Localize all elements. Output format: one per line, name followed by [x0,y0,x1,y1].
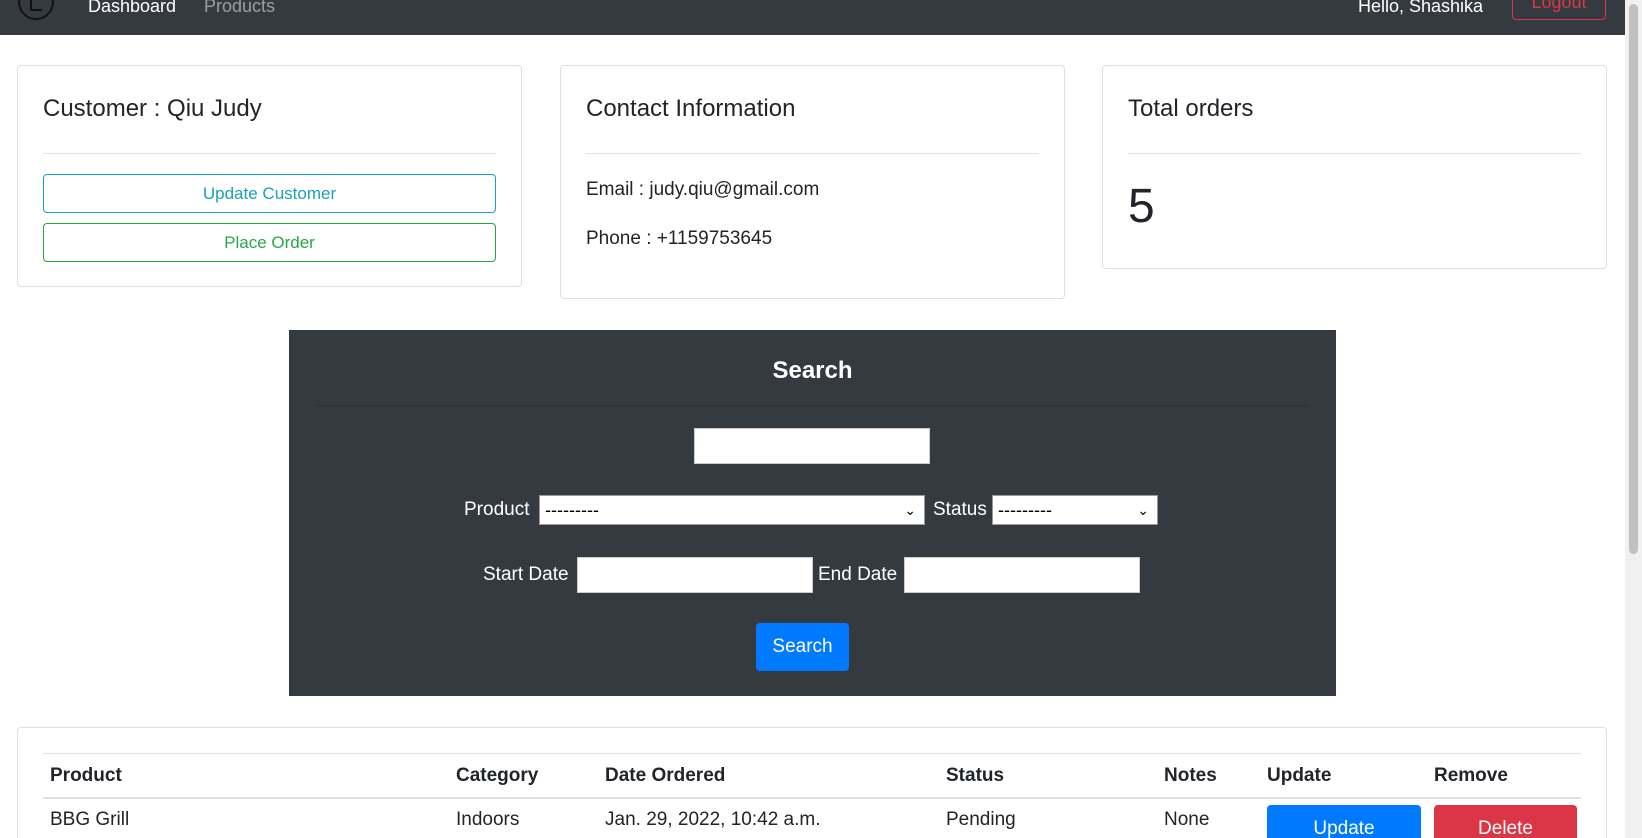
column-header-category: Category [456,765,539,786]
column-header-update: Update [1267,765,1332,786]
end-date-label: End Date [818,564,898,585]
column-header-notes: Notes [1164,765,1217,786]
cell-category: Indoors [456,809,520,830]
nav-link-products[interactable]: Products [204,0,275,16]
search-button[interactable]: Search [756,623,849,671]
chevron-down-icon: ⌄ [1137,502,1149,518]
chevron-down-icon: ⌄ [904,502,916,518]
cell-notes: None [1164,809,1210,830]
place-order-button[interactable]: Place Order [43,223,496,262]
contact-phone: Phone : +1159753645 [586,228,773,249]
navbar: Dashboard Products Hello, Shashika Logou… [0,0,1625,35]
customer-card: Customer : Qiu Judy Update Customer Plac… [17,65,522,287]
customer-title: Customer : Qiu Judy [43,95,262,122]
start-date-input[interactable] [577,557,813,593]
table-border [43,753,1581,754]
contact-card: Contact Information Email : judy.qiu@gma… [560,65,1065,299]
nav-link-dashboard[interactable]: Dashboard [88,0,176,16]
contact-email: Email : judy.qiu@gmail.com [586,179,820,200]
column-header-status: Status [946,765,1005,786]
product-select[interactable]: --------- ⌄ [539,495,925,525]
product-filter-label: Product [464,499,530,520]
total-orders-count: 5 [1128,180,1155,233]
product-select-value: --------- [545,500,599,520]
delete-order-button[interactable]: Delete [1434,805,1577,838]
page-scrollbar[interactable] [1625,0,1642,838]
search-panel: Search Product --------- ⌄ Status ------… [289,330,1336,696]
column-header-product: Product [50,765,122,786]
column-header-date-ordered: Date Ordered [605,765,726,786]
cell-status: Pending [946,809,1016,830]
status-select[interactable]: --------- ⌄ [992,495,1158,525]
search-heading: Search [772,357,853,384]
search-input[interactable] [694,428,930,464]
logout-button[interactable]: Logout [1512,0,1606,20]
column-header-remove: Remove [1434,765,1508,786]
status-select-value: --------- [998,500,1052,520]
divider [586,153,1039,154]
user-greeting: Hello, Shashika [1358,0,1484,16]
total-orders-card: Total orders 5 [1102,65,1607,269]
contact-title: Contact Information [586,95,796,122]
update-customer-button[interactable]: Update Customer [43,174,496,213]
status-filter-label: Status [933,499,987,520]
update-order-button[interactable]: Update [1267,805,1421,838]
logo-icon[interactable] [18,0,54,20]
start-date-label: Start Date [483,564,569,585]
divider [316,405,1309,406]
orders-table-card: Product Category Date Ordered Status Not… [17,727,1607,838]
scrollbar-thumb[interactable] [1629,4,1638,554]
divider [43,153,496,154]
table-header-border [43,797,1581,799]
divider [1128,153,1581,154]
end-date-input[interactable] [904,557,1140,593]
total-orders-title: Total orders [1128,95,1254,122]
cell-product: BBG Grill [50,809,130,830]
cell-date-ordered: Jan. 29, 2022, 10:42 a.m. [605,809,821,830]
